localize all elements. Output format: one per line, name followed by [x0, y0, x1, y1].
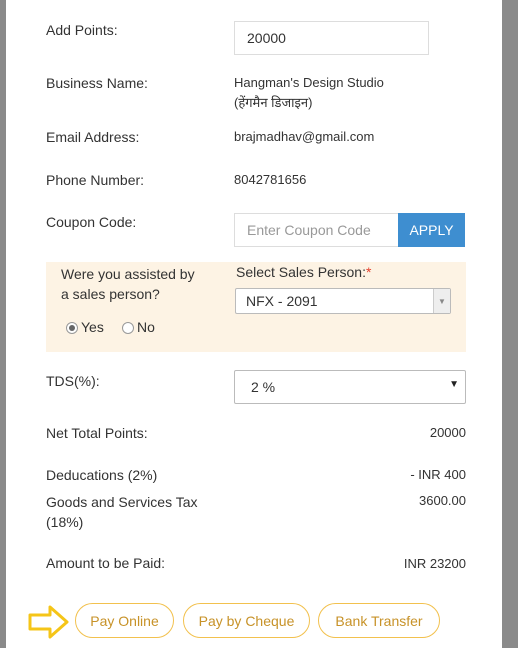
phone-label: Phone Number:	[46, 172, 145, 188]
sales-person-value: NFX - 2091	[246, 293, 318, 309]
pay-online-button[interactable]: Pay Online	[75, 603, 174, 638]
amount-label: Amount to be Paid:	[46, 555, 166, 571]
tds-chevron-down-icon[interactable]: ▼	[449, 379, 459, 390]
right-arrow-icon	[28, 605, 69, 639]
yes-radio-option[interactable]: Yes	[66, 319, 104, 335]
email-value: brajmadhav@gmail.com	[234, 129, 375, 144]
sales-person-box: Were you assisted by a sales person? Yes…	[46, 262, 466, 352]
deductions-label: Deducations (2%)	[46, 467, 158, 483]
yes-label: Yes	[81, 319, 104, 335]
business-name-value: Hangman's Design Studio	[234, 75, 384, 90]
email-label: Email Address:	[46, 129, 140, 145]
background-overlay-right	[502, 0, 518, 648]
gst-value: 3600.00	[419, 493, 466, 508]
chevron-down-icon[interactable]: ▼	[433, 289, 450, 313]
add-points-input[interactable]: 20000	[234, 21, 429, 55]
phone-value: 8042781656	[234, 172, 307, 187]
sales-question: Were you assisted by a sales person?	[61, 264, 195, 304]
deductions-value: - INR 400	[410, 467, 466, 482]
net-total-label: Net Total Points:	[46, 425, 148, 441]
business-name-hindi: (हेंगमैन डिजाइन)	[234, 95, 313, 110]
sales-question-line1: Were you assisted by	[61, 266, 195, 282]
no-radio-option[interactable]: No	[122, 319, 155, 335]
select-sales-label: Select Sales Person:*	[236, 264, 371, 280]
apply-button[interactable]: APPLY	[398, 213, 465, 247]
amount-value: INR 23200	[403, 556, 466, 571]
gst-label: Goods and Services Tax (18%)	[46, 492, 198, 532]
sales-person-select[interactable]: NFX - 2091 ▼	[235, 288, 451, 314]
select-sales-text: Select Sales Person:	[236, 264, 366, 280]
no-label: No	[137, 319, 155, 335]
net-total-value: 20000	[429, 425, 466, 440]
add-points-label: Add Points:	[46, 22, 118, 38]
payment-modal: Add Points: 20000 Business Name: Hangman…	[6, 0, 502, 648]
bank-transfer-button[interactable]: Bank Transfer	[318, 603, 440, 638]
tds-label: TDS(%):	[46, 373, 100, 389]
gst-label-line1: Goods and Services Tax	[46, 494, 198, 510]
coupon-placeholder: Enter Coupon Code	[247, 222, 371, 238]
coupon-label: Coupon Code:	[46, 214, 137, 230]
required-mark: *	[365, 264, 372, 280]
yes-radio-icon[interactable]	[66, 322, 78, 335]
no-radio-icon[interactable]	[122, 322, 134, 335]
coupon-input[interactable]: Enter Coupon Code	[234, 213, 399, 247]
pay-by-cheque-button[interactable]: Pay by Cheque	[183, 603, 310, 638]
business-name-label: Business Name:	[46, 75, 148, 91]
sales-question-line2: a sales person?	[61, 286, 160, 302]
tds-value: 2 %	[251, 379, 276, 395]
gst-label-line2: (18%)	[46, 514, 84, 530]
tds-select[interactable]: 2 % ▼	[234, 370, 466, 404]
